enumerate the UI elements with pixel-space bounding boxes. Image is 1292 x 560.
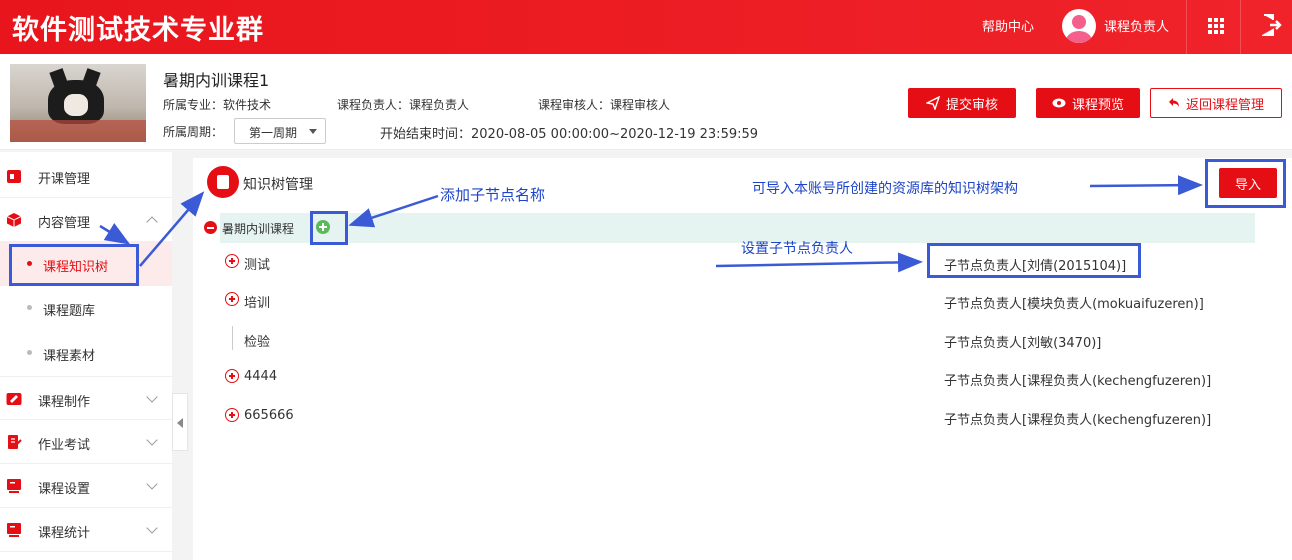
expand-plus-icon[interactable] <box>225 408 239 422</box>
top-header: 软件测试技术专业群 帮助中心 课程负责人 <box>0 0 1292 54</box>
chart-board-icon <box>7 523 21 537</box>
sidebar-item-course-production[interactable]: 课程制作 <box>0 376 172 420</box>
annotation-import-text: 可导入本账号所创建的资源库的知识树架构 <box>752 181 1018 197</box>
course-major: 所属专业：软件技术 <box>163 98 272 112</box>
tree-node-label[interactable]: 测试 <box>244 254 270 273</box>
chevron-down-icon <box>146 522 158 534</box>
annotation-box-add-node <box>310 211 348 245</box>
avatar-body-icon <box>1066 31 1092 43</box>
header-divider <box>1240 0 1241 54</box>
submit-review-button[interactable]: 提交审核 <box>908 88 1016 118</box>
annotation-owner-text: 设置子节点负责人 <box>741 241 853 257</box>
send-icon <box>925 96 940 110</box>
tree-root-row[interactable] <box>220 213 1255 243</box>
collapse-minus-icon[interactable] <box>204 221 217 234</box>
sidebar-item-course-management[interactable]: 开课管理 <box>0 154 172 198</box>
annotation-box-import <box>1205 159 1286 208</box>
course-owner: 课程负责人：课程负责人 <box>337 98 470 112</box>
cube-icon <box>6 213 22 227</box>
course-cover-image <box>10 64 146 142</box>
sidebar-item-course-settings[interactable]: 课程设置 <box>0 464 172 508</box>
undo-arrow-icon <box>1168 98 1179 107</box>
chevron-down-icon <box>309 129 317 134</box>
expand-plus-icon[interactable] <box>225 292 239 306</box>
tree-node-label[interactable]: 检验 <box>244 331 270 350</box>
node-owner-label[interactable]: 子节点负责人[刘敏(3470)] <box>944 332 1101 351</box>
course-info-bar: 暑期内训课程1 所属专业：软件技术 课程负责人：课程负责人 课程审核人：课程审核… <box>0 54 1292 150</box>
tree-root-label[interactable]: 暑期内训课程 <box>222 220 294 237</box>
period-select-value: 第一周期 <box>249 126 298 140</box>
avatar-head-icon <box>1072 15 1086 29</box>
expand-plus-icon[interactable] <box>225 369 239 383</box>
node-owner-label[interactable]: 子节点负责人[课程负责人(kechengfuzeren)] <box>944 370 1211 389</box>
panel-title: 知识树管理 <box>243 177 313 193</box>
back-to-course-management-button[interactable]: 返回课程管理 <box>1150 88 1282 118</box>
sidebar-item-course-materials[interactable]: 课程素材 <box>0 331 172 375</box>
bullet-dot-icon <box>27 305 32 310</box>
header-divider <box>1186 0 1187 54</box>
help-center-link[interactable]: 帮助中心 <box>982 16 1034 35</box>
calendar-icon <box>7 170 21 183</box>
annotation-box-owner <box>927 243 1141 278</box>
tree-node-label[interactable]: 665666 <box>244 408 294 423</box>
tree-node-label[interactable]: 培训 <box>244 292 270 311</box>
chevron-down-icon <box>146 391 158 403</box>
eye-icon <box>1052 98 1066 108</box>
sidebar-item-question-bank[interactable]: 课程题库 <box>0 286 172 330</box>
chevron-down-icon <box>146 478 158 490</box>
sidebar-item-homework-exam[interactable]: 作业考试 <box>0 420 172 464</box>
sidebar-item-content-management[interactable]: 内容管理 <box>0 198 172 242</box>
period-select[interactable]: 第一周期 <box>234 118 326 144</box>
course-reviewer: 课程审核人：课程审核人 <box>538 98 671 112</box>
monitor-icon <box>7 479 21 493</box>
annotation-box-knowledge-tree <box>9 244 139 286</box>
avatar[interactable] <box>1062 9 1096 43</box>
tree-node-label[interactable]: 4444 <box>244 369 277 384</box>
logout-icon[interactable] <box>1262 13 1282 37</box>
annotation-add-child-text: 添加子节点名称 <box>440 186 546 204</box>
bullet-dot-icon <box>27 350 32 355</box>
node-owner-label[interactable]: 子节点负责人[模块负责人(mokuaifuzeren)] <box>944 293 1204 312</box>
course-title: 暑期内训课程1 <box>163 71 270 90</box>
brand-title: 软件测试技术专业群 <box>12 15 264 46</box>
expand-plus-icon[interactable] <box>225 254 239 268</box>
period-label: 所属周期： <box>163 125 224 139</box>
sidebar: 开课管理 内容管理 课程知识树 课程题库 课程素材 课程制作 作业考试 课程设置… <box>0 152 172 560</box>
course-time-range: 开始结束时间：2020-08-05 00:00:00~2020-12-19 23… <box>380 127 759 142</box>
sidebar-item-course-statistics[interactable]: 课程统计 <box>0 508 172 552</box>
apps-grid-icon[interactable] <box>1208 18 1224 34</box>
clipboard-pen-icon <box>8 435 22 449</box>
node-owner-label[interactable]: 子节点负责人[课程负责人(kechengfuzeren)] <box>944 409 1211 428</box>
tree-connector-line <box>232 326 233 350</box>
knowledge-tree-icon <box>207 166 239 198</box>
edit-card-icon <box>6 393 22 405</box>
course-preview-button[interactable]: 课程预览 <box>1036 88 1140 118</box>
user-role-label[interactable]: 课程负责人 <box>1104 16 1169 35</box>
chevron-down-icon <box>146 434 158 446</box>
sidebar-collapse-toggle[interactable] <box>172 393 188 451</box>
chevron-up-icon <box>146 216 158 228</box>
